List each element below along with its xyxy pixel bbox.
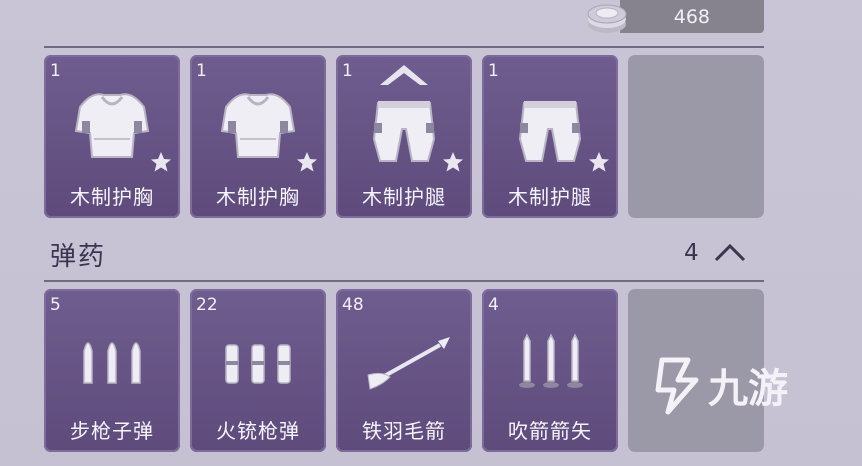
silver-coin-icon <box>587 4 627 33</box>
armor-slot-1[interactable]: 1 木制护胸 <box>44 55 180 218</box>
armor-grid: 1 木制护胸 1 木制护胸 1 木制护腿 1 木制护腿 <box>44 55 764 218</box>
leg-armor-icon <box>372 101 436 162</box>
ammo-slot-4[interactable]: 4 吹箭箭矢 <box>482 289 618 452</box>
currency-value: 468 <box>673 6 710 28</box>
leg-armor-icon <box>518 101 582 162</box>
rifle-bullets-icon <box>83 342 141 384</box>
item-quantity: 1 <box>342 61 353 81</box>
star-icon <box>589 152 609 172</box>
item-quantity: 1 <box>196 61 207 81</box>
item-name: 木制护腿 <box>362 185 446 209</box>
item-name: 木制护腿 <box>508 185 592 209</box>
chevron-up-icon[interactable] <box>712 240 748 266</box>
section-title-ammo: 弹药 <box>50 242 107 272</box>
item-quantity: 1 <box>488 61 499 81</box>
armor-slot-3[interactable]: 1 木制护腿 <box>336 55 472 218</box>
chest-armor-icon <box>220 93 296 158</box>
watermark-logo: 九游 <box>655 357 788 415</box>
item-quantity: 1 <box>50 61 61 81</box>
armor-slot-2[interactable]: 1 木制护胸 <box>190 55 326 218</box>
empty-slot[interactable] <box>628 55 764 218</box>
currency-display: 468 <box>587 0 764 34</box>
item-quantity: 4 <box>488 295 499 315</box>
item-name: 铁羽毛箭 <box>362 419 446 443</box>
item-name: 火铳枪弹 <box>216 419 300 443</box>
top-divider <box>44 46 764 48</box>
musket-rounds-icon <box>225 344 291 384</box>
ammo-slot-3[interactable]: 48 铁羽毛箭 <box>336 289 472 452</box>
feather-arrow-icon <box>367 337 450 390</box>
watermark-text: 九游 <box>708 366 788 412</box>
item-name: 木制护胸 <box>70 185 154 209</box>
item-name: 木制护胸 <box>216 185 300 209</box>
item-name: 吹箭箭矢 <box>508 419 592 443</box>
item-name: 步枪子弹 <box>70 419 154 443</box>
item-quantity: 5 <box>50 295 61 315</box>
ammo-slot-2[interactable]: 22 火铳枪弹 <box>190 289 326 452</box>
armor-slot-4[interactable]: 1 木制护腿 <box>482 55 618 218</box>
star-icon <box>297 152 317 172</box>
section-count: 4 <box>684 240 699 266</box>
chest-armor-icon <box>74 93 150 158</box>
ammo-slot-1[interactable]: 5 步枪子弹 <box>44 289 180 452</box>
section-divider <box>44 280 764 282</box>
star-icon <box>151 152 171 172</box>
blowgun-darts-icon <box>519 333 583 388</box>
star-icon <box>443 152 463 172</box>
